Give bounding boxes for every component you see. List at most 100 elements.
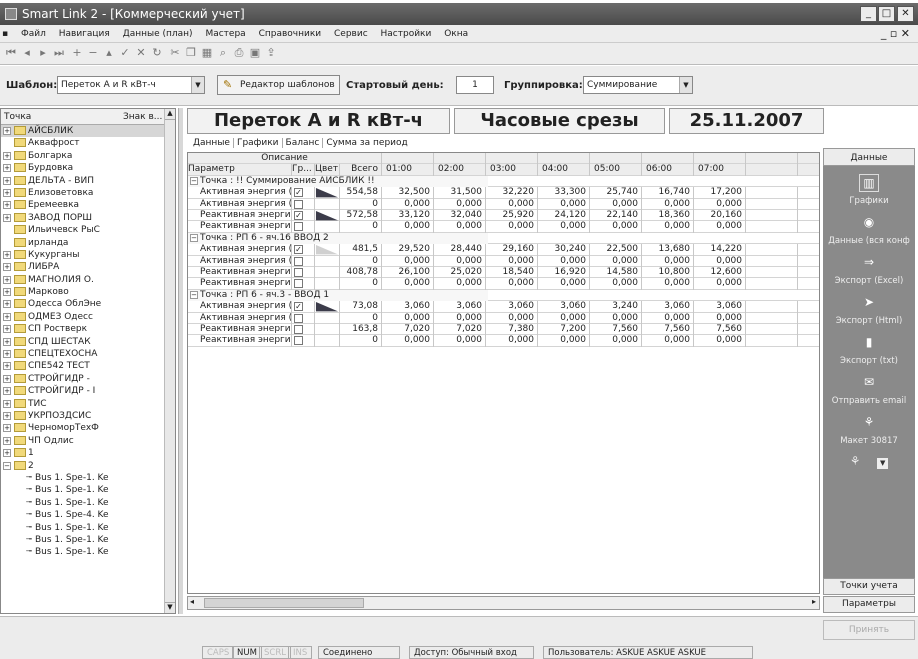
expand-icon[interactable]: + (3, 300, 11, 309)
action-item[interactable]: ✉ Отправить email (823, 374, 915, 406)
apply-button[interactable]: Принять (823, 620, 915, 640)
tree-node[interactable]: + ЧП Одлис (1, 435, 175, 447)
show-checkbox[interactable]: ✓ (294, 211, 303, 220)
find-icon[interactable]: ⌕ (216, 46, 230, 60)
grid-icon[interactable]: ▦ (200, 46, 214, 60)
column-header[interactable]: 01:00 (382, 164, 434, 176)
chevron-down-icon[interactable]: ▼ (679, 77, 692, 93)
splitter[interactable] (178, 108, 183, 614)
color-swatch[interactable] (315, 221, 339, 232)
tree-node[interactable]: + СПЕЦТЕХОСНА (1, 348, 175, 360)
print-icon[interactable]: ⎙ (232, 46, 246, 60)
expand-icon[interactable]: + (3, 374, 11, 383)
color-swatch[interactable] (315, 244, 339, 255)
show-checkbox[interactable]: ✓ (294, 302, 303, 312)
horizontal-scrollbar[interactable]: ◂ ▸ (187, 596, 820, 610)
tree-node[interactable]: + СТРОЙГИДР - (1, 373, 175, 385)
template-editor-button[interactable]: ✎ Редактор шаблонов (217, 75, 340, 95)
up-icon[interactable]: ▴ (102, 46, 116, 60)
tree-node[interactable]: ирланда (1, 237, 175, 249)
scroll-left-icon[interactable]: ◂ (190, 597, 194, 606)
color-swatch[interactable] (315, 199, 339, 210)
add-icon[interactable]: + (70, 46, 84, 60)
export-icon[interactable]: ⇪ (264, 46, 278, 60)
tree-node[interactable]: + Одесса ОблЭне (1, 298, 175, 310)
tab-period-sum[interactable]: Сумма за период (323, 138, 410, 148)
expand-icon[interactable]: + (3, 176, 11, 185)
expand-icon[interactable]: + (3, 350, 11, 359)
expand-icon[interactable]: + (3, 213, 11, 222)
tree-node[interactable]: + Бурдовка (1, 162, 175, 174)
mdi-controls[interactable]: _ ▫ ✕ (881, 25, 910, 43)
last-icon[interactable]: ⏭ (52, 46, 66, 60)
tree-node[interactable]: + СП Ростверк (1, 323, 175, 335)
menu-app-icon[interactable]: ▪ (0, 25, 13, 43)
expand-icon[interactable]: + (3, 411, 11, 420)
expand-icon[interactable]: + (3, 399, 11, 408)
expand-icon[interactable]: + (3, 275, 11, 284)
tab-balance[interactable]: Баланс (283, 138, 324, 148)
expand-icon[interactable]: + (3, 263, 11, 272)
tree-node[interactable]: + ЛИБРА (1, 261, 175, 273)
expand-icon[interactable]: + (3, 250, 11, 259)
action-item[interactable]: ▮ Экспорт (txt) (823, 334, 915, 366)
show-checkbox[interactable] (294, 222, 303, 232)
expand-icon[interactable]: + (3, 337, 11, 346)
tree-node[interactable]: + ТИС (1, 398, 175, 410)
tree-node[interactable]: Ильичевск РыС (1, 224, 175, 236)
column-header[interactable]: Цвет (315, 164, 340, 176)
cancel-icon[interactable]: ✕ (134, 46, 148, 60)
tree-node[interactable]: + СПЕ542 ТЕСТ (1, 360, 175, 372)
expand-icon[interactable]: + (3, 188, 11, 197)
column-header[interactable]: 04:00 (538, 164, 590, 176)
expand-icon[interactable]: + (3, 288, 11, 297)
column-header[interactable]: 05:00 (590, 164, 642, 176)
tree-node[interactable]: + АЙСБЛИК (1, 125, 175, 138)
color-swatch[interactable] (315, 324, 339, 335)
column-header[interactable]: 07:00 (694, 164, 746, 176)
menu-references[interactable]: Справочники (254, 25, 327, 43)
scroll-thumb[interactable] (204, 598, 364, 608)
tab-charts[interactable]: Графики (234, 138, 283, 148)
expand-icon[interactable]: + (3, 201, 11, 210)
color-swatch[interactable] (315, 256, 339, 267)
start-day-input[interactable]: 1 (456, 76, 494, 94)
tree-node[interactable]: + ЧерноморТехФ (1, 422, 175, 434)
tree-node[interactable]: ╼ Bus 1. Spe-1. Ke (1, 484, 175, 496)
tree-node[interactable]: ╼ Bus 1. Spe-1. Ke (1, 497, 175, 509)
tree-node[interactable]: +1 (1, 447, 175, 459)
tree-node[interactable]: + Болгарка (1, 150, 175, 162)
column-header[interactable]: Гр... (292, 164, 315, 176)
tree-node[interactable]: ╼ Bus 1. Spe-1. Ke (1, 522, 175, 534)
confirm-icon[interactable]: ✓ (118, 46, 132, 60)
color-swatch[interactable] (315, 267, 339, 278)
show-checkbox[interactable] (294, 325, 303, 334)
group-label[interactable]: − Точка : РП 6 - яч.3 - ВВОД 1 (188, 289, 488, 302)
menu-navigation[interactable]: Навигация (54, 25, 115, 43)
tree-node[interactable]: ╼ Bus 1. Spe-1. Ke (1, 472, 175, 484)
show-checkbox[interactable]: ✓ (294, 245, 303, 255)
copy-icon[interactable]: ❐ (184, 46, 198, 60)
tree-node[interactable]: + ДЕЛЬТА - ВИП (1, 175, 175, 187)
scroll-down-icon[interactable]: ▼ (165, 602, 175, 613)
tree-node[interactable]: Аквафрост (1, 137, 175, 149)
show-checkbox[interactable] (294, 256, 303, 266)
actions-header[interactable]: Данные (823, 148, 915, 166)
menu-service[interactable]: Сервис (329, 25, 373, 43)
tree-node[interactable]: −2 (1, 460, 175, 472)
expand-icon[interactable]: + (3, 424, 11, 433)
tree-node[interactable]: + Марково (1, 286, 175, 298)
tree-node[interactable]: + Кукурганы (1, 249, 175, 261)
expand-icon[interactable]: + (3, 325, 11, 334)
column-header[interactable]: 03:00 (486, 164, 538, 176)
menu-file[interactable]: Файл (16, 25, 51, 43)
column-header[interactable]: Параметр (188, 164, 292, 176)
tree-node[interactable]: + МАГНОЛИЯ О. (1, 274, 175, 286)
first-icon[interactable]: ⏮ (4, 46, 18, 60)
color-swatch[interactable] (315, 301, 339, 312)
prev-icon[interactable]: ◂ (20, 46, 34, 60)
action-item[interactable]: ▥ Графики (823, 174, 915, 206)
menu-windows[interactable]: Окна (439, 25, 473, 43)
color-swatch[interactable] (315, 335, 339, 346)
collapse-icon[interactable]: − (190, 176, 198, 185)
